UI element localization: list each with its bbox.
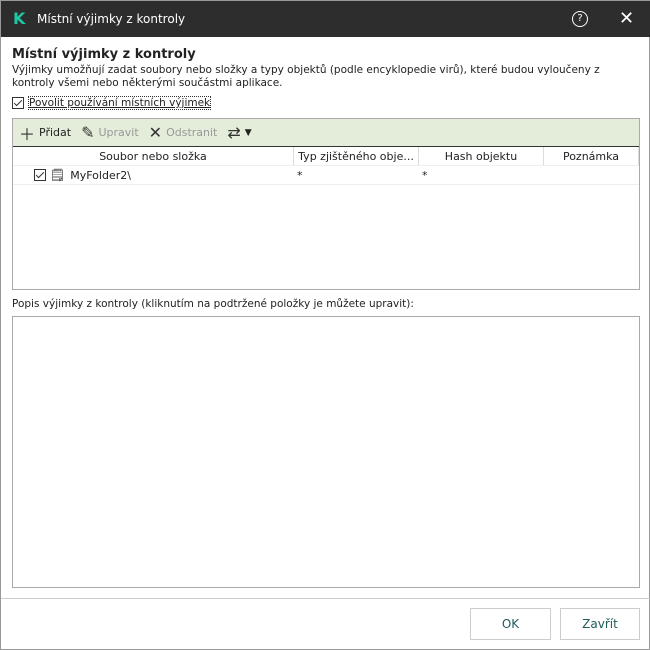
title-bar: K Místní výjimky z kontroly ? ✕: [1, 1, 650, 37]
window-title: Místní výjimky z kontroly: [37, 12, 186, 26]
pencil-icon: ✎: [81, 123, 95, 142]
ok-button[interactable]: OK: [470, 608, 551, 640]
row-hash: *: [422, 168, 428, 182]
close-icon[interactable]: ✕: [619, 8, 634, 29]
file-icon: 🗒: [50, 168, 66, 182]
checkbox-label[interactable]: Povolit používání místních výjimek: [27, 96, 212, 110]
dropdown-arrow-icon: ▼: [244, 127, 252, 138]
footer-divider: [1, 598, 650, 599]
exclusion-description-box[interactable]: [12, 316, 640, 588]
column-header-type[interactable]: Typ zjištěného obje...: [294, 147, 419, 165]
remove-label: Odstranit: [166, 126, 218, 139]
remove-button[interactable]: ✕ Odstranit: [149, 123, 218, 142]
edit-label: Upravit: [98, 126, 139, 139]
column-header-file[interactable]: Soubor nebo složka: [13, 147, 294, 165]
page-description: Výjimky umožňují zadat soubory nebo slož…: [12, 64, 600, 89]
table-header: Soubor nebo složka Typ zjištěného obje..…: [13, 147, 639, 166]
checkbox[interactable]: [12, 97, 24, 109]
add-label: Přidat: [39, 126, 72, 139]
column-header-hash[interactable]: Hash objektu: [419, 147, 544, 165]
table-row[interactable]: 🗒 MyFolder2\ * *: [13, 166, 639, 185]
edit-button[interactable]: ✎ Upravit: [81, 123, 139, 142]
row-type: *: [297, 168, 303, 182]
kaspersky-logo-icon: K: [13, 9, 26, 28]
description-label: Popis výjimky z kontroly (kliknutím na p…: [12, 298, 414, 310]
exclusions-list: ＋ Přidat ✎ Upravit ✕ Odstranit ⇄ ▼ Soubor ne…: [12, 118, 640, 290]
column-header-note[interactable]: Poznámka: [544, 147, 639, 165]
add-button[interactable]: ＋ Přidat: [19, 121, 71, 145]
import-export-button[interactable]: ⇄ ▼: [227, 123, 251, 142]
help-icon[interactable]: ?: [572, 11, 588, 27]
close-button[interactable]: Zavřít: [560, 608, 640, 640]
file-exchange-icon: ⇄: [227, 123, 241, 142]
row-file: MyFolder2\: [70, 168, 131, 182]
row-checkbox[interactable]: [34, 169, 46, 181]
enable-exclusions-checkbox[interactable]: Povolit používání místních výjimek: [12, 96, 212, 110]
plus-icon: ＋: [19, 124, 36, 144]
page-title: Místní výjimky z kontroly: [12, 47, 196, 62]
x-icon: ✕: [148, 123, 163, 142]
toolbar: ＋ Přidat ✎ Upravit ✕ Odstranit ⇄ ▼: [13, 119, 639, 147]
